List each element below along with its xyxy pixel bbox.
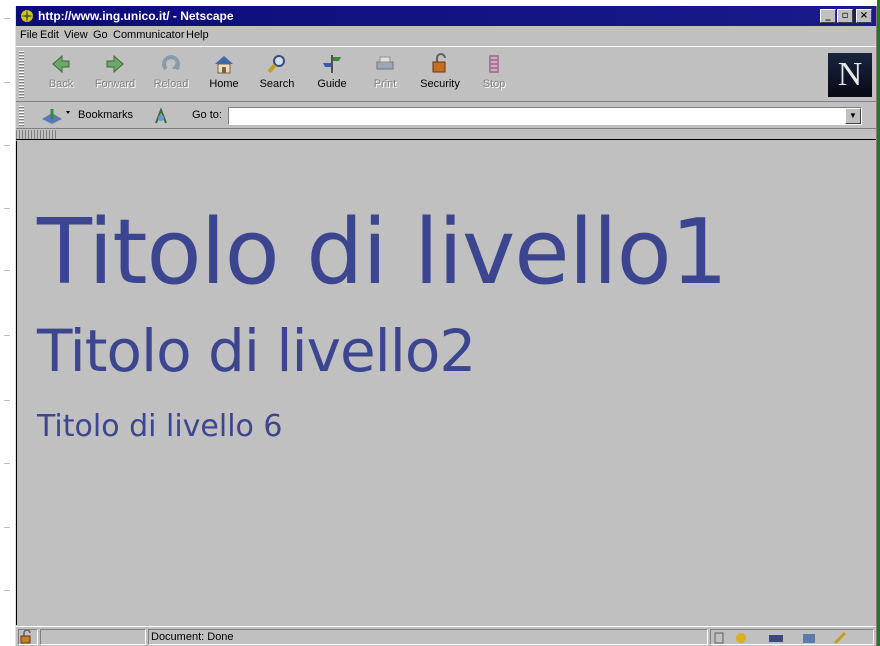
home-label: Home: [209, 78, 239, 90]
forward-arrow-icon: [106, 54, 124, 74]
search-icon: [267, 55, 285, 74]
window-title: http://www.ing.unico.it/ - Netscape: [38, 9, 234, 23]
guide-icon: [323, 55, 341, 73]
navigation-toolbar: Back Forward Reload Home Search Guide Pr…: [16, 46, 876, 102]
stop-label: Stop: [482, 78, 506, 90]
search-label: Search: [259, 78, 295, 90]
menu-help[interactable]: Help: [186, 29, 209, 41]
home-icon: [215, 56, 233, 74]
collapse-tab[interactable]: [16, 130, 56, 139]
security-status-panel[interactable]: [18, 629, 38, 645]
title-bar[interactable]: http://www.ing.unico.it/ - Netscape _ ▫ …: [16, 6, 876, 26]
print-label: Print: [373, 78, 397, 90]
stop-icon: [489, 55, 499, 73]
heading-level-2: Titolo di livello2: [37, 317, 476, 385]
location-bar: Bookmarks Go to: ▼: [16, 103, 876, 129]
maximize-button[interactable]: ▫: [837, 9, 853, 23]
location-grip[interactable]: [19, 106, 24, 126]
menu-go[interactable]: Go: [93, 29, 108, 41]
unlocked-padlock-icon: [20, 629, 31, 644]
print-icon: [376, 56, 394, 70]
menu-edit[interactable]: Edit: [40, 29, 59, 41]
url-dropdown-button[interactable]: ▼: [845, 108, 861, 124]
page-proxy-icon[interactable]: [152, 107, 170, 125]
home-button[interactable]: Home: [201, 51, 247, 99]
close-button[interactable]: ×: [856, 9, 872, 23]
component-bar-icons: [714, 631, 847, 645]
guide-button[interactable]: Guide: [309, 51, 355, 99]
guide-label: Guide: [317, 78, 347, 90]
stop-button[interactable]: Stop: [471, 51, 517, 99]
reload-icon: [162, 55, 180, 71]
search-button[interactable]: Search: [254, 51, 300, 99]
netscape-logo[interactable]: N: [828, 53, 872, 97]
menu-communicator[interactable]: Communicator: [113, 29, 185, 41]
security-label: Security: [420, 78, 460, 90]
menu-bar: File Edit View Go Communicator Help: [16, 27, 876, 46]
slide-gutter: [0, 0, 15, 646]
component-bar: [710, 629, 874, 645]
reload-button[interactable]: Reload: [148, 51, 194, 99]
netscape-app-icon[interactable]: [19, 8, 35, 24]
back-button[interactable]: Back: [38, 51, 84, 99]
status-text: Document: Done: [151, 631, 234, 643]
toolbar-grip[interactable]: [19, 51, 24, 99]
print-button[interactable]: Print: [362, 51, 408, 99]
forward-label: Forward: [94, 78, 136, 90]
minimize-button[interactable]: _: [820, 9, 836, 23]
url-input[interactable]: [228, 107, 862, 125]
bookmarks-label[interactable]: Bookmarks: [78, 109, 133, 121]
page-content: Titolo di livello1 Titolo di livello2 Ti…: [16, 141, 876, 625]
menu-file[interactable]: File: [20, 29, 38, 41]
forward-button[interactable]: Forward: [92, 51, 138, 99]
toolbar-collapse-strip: [16, 130, 876, 140]
bookmarks-icon[interactable]: [40, 107, 74, 125]
browser-window: http://www.ing.unico.it/ - Netscape _ ▫ …: [15, 6, 877, 646]
progress-panel: [40, 629, 146, 645]
heading-level-6: Titolo di livello 6: [37, 409, 283, 444]
menu-view[interactable]: View: [64, 29, 88, 41]
back-label: Back: [48, 78, 74, 90]
reload-label: Reload: [153, 78, 189, 90]
goto-label: Go to:: [192, 109, 222, 121]
lock-icon: [432, 53, 446, 73]
status-bar: Document: Done: [16, 626, 876, 646]
back-arrow-icon: [52, 54, 70, 74]
security-button[interactable]: Security: [417, 51, 463, 99]
heading-level-1: Titolo di livello1: [37, 200, 728, 305]
